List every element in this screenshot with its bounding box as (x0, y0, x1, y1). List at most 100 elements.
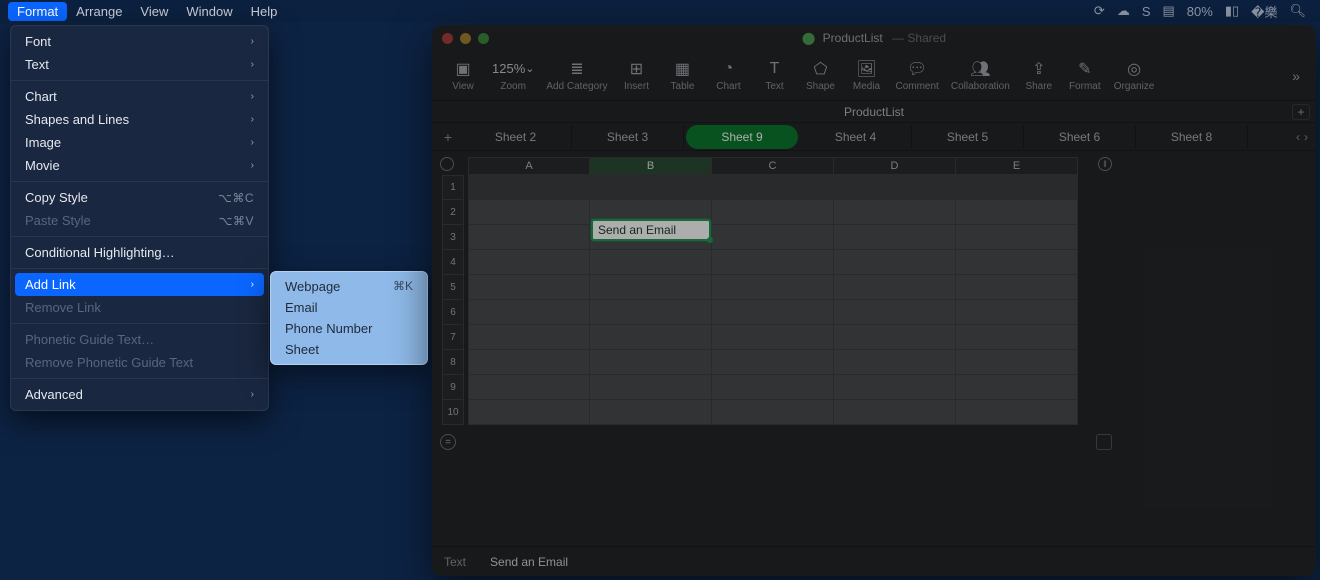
cells-grid[interactable] (468, 175, 1078, 425)
cell-editor[interactable]: Send an Email (591, 219, 711, 241)
calculator-icon[interactable]: ▤ (1163, 3, 1175, 19)
shape-icon: ⬠ (814, 60, 828, 78)
col-header[interactable]: A (468, 157, 590, 175)
chevron-right-icon: › (251, 389, 254, 400)
toolbar-share[interactable]: ⇪Share (1016, 60, 1062, 92)
chevron-right-icon: › (251, 279, 254, 290)
system-menubar: Format Arrange View Window Help ⟳ ☁︎ S ▤… (0, 0, 1320, 22)
formula-bar-value[interactable]: Send an Email (490, 555, 568, 569)
row-header[interactable]: 3 (442, 225, 464, 250)
row-header[interactable]: 4 (442, 250, 464, 275)
menu-item-font[interactable]: Font› (11, 30, 268, 53)
sheet-tab-bar: + Sheet 2 Sheet 3 Sheet 9 Sheet 4 Sheet … (432, 123, 1316, 151)
menu-item-shapes[interactable]: Shapes and Lines› (11, 108, 268, 131)
submenu-sheet[interactable]: Sheet (271, 339, 427, 360)
toolbar-comment[interactable]: 💬︎Comment (889, 60, 944, 92)
cloud-sync-icon[interactable]: ⟳ (1094, 3, 1105, 19)
toolbar-format[interactable]: ✎Format (1062, 60, 1108, 92)
cloud-icon[interactable]: ☁︎ (1117, 3, 1130, 19)
toolbar-text[interactable]: TText (751, 60, 797, 92)
chevron-right-icon: › (251, 114, 254, 125)
submenu-phone-number[interactable]: Phone Number (271, 318, 427, 339)
row-header[interactable]: 9 (442, 375, 464, 400)
menu-format[interactable]: Format (8, 2, 67, 21)
share-icon: ⇪ (1032, 60, 1045, 78)
minimize-window-button[interactable] (460, 33, 471, 44)
toolbar-insert[interactable]: ⊞Insert (613, 60, 659, 92)
add-tab-button[interactable]: + (1292, 104, 1310, 120)
row-headers: 1 2 3 4 5 6 7 8 9 10 (442, 175, 464, 425)
toolbar-organize[interactable]: ◎Organize (1108, 60, 1161, 92)
battery-percent: 80% (1187, 4, 1213, 19)
sheet-tab[interactable]: Sheet 6 (1024, 125, 1136, 149)
toolbar-media[interactable]: 🖼︎Media (843, 60, 889, 92)
sheet-tab[interactable]: Sheet 5 (912, 125, 1024, 149)
submenu-webpage[interactable]: Webpage⌘K (271, 276, 427, 297)
control-center-icon[interactable]: �樂 (1251, 2, 1277, 21)
sheet-nav-prev[interactable]: ‹ (1296, 130, 1300, 144)
zoom-window-button[interactable] (478, 33, 489, 44)
s-icon[interactable]: S (1142, 4, 1151, 19)
col-header[interactable]: E (956, 157, 1078, 175)
close-window-button[interactable] (442, 33, 453, 44)
row-header[interactable]: 7 (442, 325, 464, 350)
menu-view[interactable]: View (131, 2, 177, 21)
window-titlebar: ⬤ ProductList — Shared (432, 25, 1316, 51)
comment-icon: 💬︎ (907, 60, 927, 78)
col-header[interactable]: C (712, 157, 834, 175)
sheet-nav-next[interactable]: › (1304, 130, 1308, 144)
row-header[interactable]: 1 (442, 175, 464, 200)
row-header[interactable]: 6 (442, 300, 464, 325)
sheet-tab[interactable]: Sheet 2 (460, 125, 572, 149)
add-category-icon: ≣ (570, 60, 583, 78)
menu-help[interactable]: Help (242, 2, 287, 21)
chevron-right-icon: › (251, 91, 254, 102)
collaboration-badge-icon: ⬤ (802, 31, 815, 45)
toolbar-overflow[interactable]: » (1284, 68, 1308, 84)
menu-item-remove-phonetic-guide: Remove Phonetic Guide Text (11, 351, 268, 374)
toolbar-chart[interactable]: ◔Chart (705, 60, 751, 92)
table-resize-handle[interactable] (1096, 434, 1112, 450)
row-add-handle[interactable]: = (440, 434, 456, 450)
battery-icon[interactable]: ▮▯ (1225, 3, 1239, 19)
row-header[interactable]: 8 (442, 350, 464, 375)
submenu-email[interactable]: Email (271, 297, 427, 318)
menu-item-image[interactable]: Image› (11, 131, 268, 154)
menu-item-movie[interactable]: Movie› (11, 154, 268, 177)
toolbar-table[interactable]: ▦Table (659, 60, 705, 92)
chevron-right-icon: › (251, 59, 254, 70)
toolbar-collaboration[interactable]: 👥︎Collaboration (945, 60, 1016, 92)
spotlight-icon[interactable]: 🔍︎ (1289, 3, 1306, 19)
sheet-tab[interactable]: Sheet 3 (572, 125, 684, 149)
col-header-selected[interactable]: B (590, 157, 712, 175)
toolbar: ▣View 125% ⌄Zoom ≣Add Category ⊞Insert ▦… (432, 51, 1316, 101)
row-header[interactable]: 5 (442, 275, 464, 300)
sheet-tab[interactable]: Sheet 8 (1136, 125, 1248, 149)
row-header[interactable]: 2 (442, 200, 464, 225)
menu-item-remove-link: Remove Link (11, 296, 268, 319)
col-header[interactable]: D (834, 157, 956, 175)
toolbar-view[interactable]: ▣View (440, 60, 486, 92)
menu-item-text[interactable]: Text› (11, 53, 268, 76)
menu-item-chart[interactable]: Chart› (11, 85, 268, 108)
menu-item-phonetic-guide: Phonetic Guide Text… (11, 328, 268, 351)
formula-bar: Text Send an Email (432, 546, 1316, 576)
sheet-tab-active[interactable]: Sheet 9 (686, 125, 798, 149)
column-add-handle[interactable]: ‖ (1098, 157, 1112, 171)
spreadsheet-canvas[interactable]: ‖ A B C D E 1 2 3 4 5 6 7 8 9 10 (432, 151, 1316, 546)
toolbar-add-category[interactable]: ≣Add Category (540, 60, 613, 92)
menu-item-conditional-highlighting[interactable]: Conditional Highlighting… (11, 241, 268, 264)
table-handle-icon[interactable] (440, 157, 454, 171)
toolbar-shape[interactable]: ⬠Shape (797, 60, 843, 92)
sheet-tab[interactable]: Sheet 4 (800, 125, 912, 149)
menu-item-add-link[interactable]: Add Link› (15, 273, 264, 296)
table-icon: ▦ (675, 60, 690, 78)
menu-window[interactable]: Window (177, 2, 241, 21)
menu-item-copy-style[interactable]: Copy Style⌥⌘C (11, 186, 268, 209)
view-icon: ▣ (455, 60, 470, 78)
row-header[interactable]: 10 (442, 400, 464, 425)
menu-arrange[interactable]: Arrange (67, 2, 131, 21)
menu-item-advanced[interactable]: Advanced› (11, 383, 268, 406)
add-sheet-button[interactable]: + (436, 129, 460, 145)
toolbar-zoom[interactable]: 125% ⌄Zoom (486, 60, 540, 92)
